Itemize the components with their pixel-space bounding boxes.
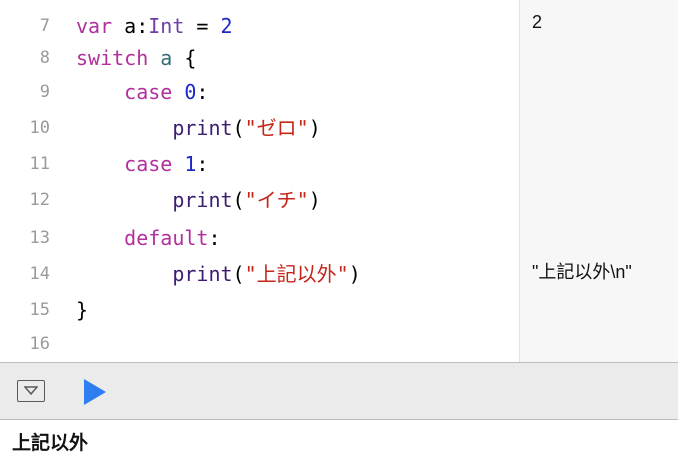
code-token: ): [348, 262, 361, 286]
code-token: 2: [220, 14, 233, 38]
code-token: }: [76, 298, 89, 322]
code-token: print: [76, 188, 233, 212]
line-number: 8: [39, 48, 50, 68]
code-token: :: [208, 226, 221, 250]
run-button[interactable]: [82, 378, 108, 406]
code-text[interactable]: default:: [76, 224, 221, 252]
code-token: 0: [184, 80, 197, 104]
code-token: "上記以外": [244, 262, 349, 286]
code-line[interactable]: 13 default:: [0, 224, 519, 252]
line-number: 16: [29, 334, 50, 354]
code-token: =: [184, 14, 221, 38]
code-token: switch: [76, 46, 149, 70]
code-token: case: [76, 152, 173, 176]
code-text[interactable]: case 1:: [76, 150, 208, 178]
code-line[interactable]: 14 print("上記以外"): [0, 260, 519, 288]
console-output: 上記以外: [0, 420, 678, 472]
code-text[interactable]: }: [76, 296, 88, 324]
results-sidebar: 2 "上記以外\n": [519, 0, 678, 362]
code-text[interactable]: switch a {: [76, 44, 196, 72]
playground-window: 7 var a:Int = 2 8 switch a {9 case 0: 10 pri…: [0, 0, 678, 472]
code-token: print: [76, 262, 233, 286]
code-token: 1: [184, 152, 197, 176]
toggle-debug-area-button[interactable]: [17, 380, 45, 402]
code-token: :: [196, 80, 209, 104]
code-token: var: [76, 14, 113, 38]
line-number: 9: [39, 82, 50, 102]
code-text[interactable]: print("ゼロ"): [76, 114, 321, 142]
code-token: a:: [112, 14, 149, 38]
code-line[interactable]: 8 switch a {: [0, 44, 519, 72]
code-token: case: [76, 80, 173, 104]
code-token: (: [232, 188, 245, 212]
code-line[interactable]: 15}: [0, 296, 519, 324]
line-number: 14: [29, 264, 50, 284]
result-line-7[interactable]: 2: [532, 12, 542, 33]
code-token: (: [232, 116, 245, 140]
code-token: (: [232, 262, 245, 286]
code-text[interactable]: print("上記以外"): [76, 260, 361, 288]
code-token: Int: [148, 14, 185, 38]
code-text[interactable]: print("イチ"): [76, 186, 321, 214]
code-token: print: [76, 116, 233, 140]
code-token: "ゼロ": [244, 116, 309, 140]
line-number: 7: [39, 16, 50, 36]
code-token: ): [308, 188, 321, 212]
line-number: 11: [29, 154, 50, 174]
code-line[interactable]: 7 var a:Int = 2: [0, 12, 519, 40]
code-line[interactable]: 11 case 1:: [0, 150, 519, 178]
code-line[interactable]: 12 print("イチ"): [0, 186, 519, 214]
console-output-text: 上記以外: [12, 433, 89, 454]
result-line-14[interactable]: "上記以外\n": [532, 258, 632, 284]
code-text[interactable]: var a:Int = 2: [76, 12, 233, 40]
code-token: ): [308, 116, 321, 140]
code-line[interactable]: 10 print("ゼロ"): [0, 114, 519, 142]
play-icon: [84, 379, 106, 405]
debug-area-toggle-icon: [24, 386, 38, 396]
code-token: a: [160, 46, 173, 70]
debug-toolbar: [0, 362, 678, 420]
line-number: 13: [29, 228, 50, 248]
line-number: 10: [29, 118, 50, 138]
code-editor[interactable]: 7 var a:Int = 2 8 switch a {9 case 0: 10 pri…: [0, 0, 519, 362]
code-line[interactable]: 9 case 0:: [0, 78, 519, 106]
code-text[interactable]: case 0:: [76, 78, 208, 106]
code-line[interactable]: 16: [0, 330, 519, 358]
line-number: 12: [29, 190, 50, 210]
code-token: default: [76, 226, 209, 250]
code-token: "イチ": [244, 188, 309, 212]
line-number: 15: [29, 300, 50, 320]
code-token: :: [196, 152, 209, 176]
code-token: {: [172, 46, 197, 70]
